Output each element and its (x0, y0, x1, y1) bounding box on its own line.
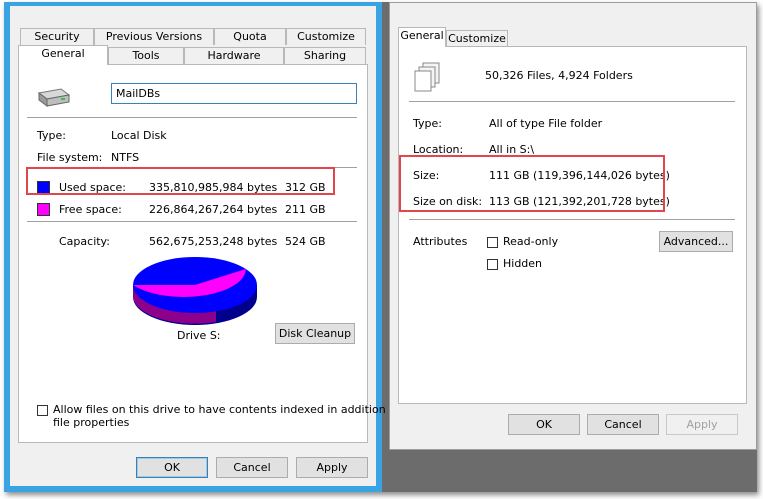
type-label: Type: (37, 129, 66, 142)
drive-properties-dialog: Security Previous Versions Quota Customi… (4, 2, 400, 492)
file-system-value: NTFS (111, 151, 140, 164)
used-space-highlight (26, 167, 335, 195)
attributes-label: Attributes (413, 235, 468, 248)
disk-usage-pie-chart (133, 257, 257, 325)
ok-button[interactable]: OK (136, 457, 208, 478)
drive-name-input[interactable]: MailDBs (111, 83, 357, 104)
hidden-label: Hidden (503, 257, 543, 270)
free-space-gb: 211 GB (285, 203, 326, 216)
free-space-label: Free space: (59, 203, 122, 216)
hard-drive-icon (37, 88, 71, 107)
cancel-button[interactable]: Cancel (587, 414, 659, 435)
general-panel: 50,326 Files, 4,924 Folders Type: All of… (398, 46, 747, 404)
size-highlight (399, 155, 665, 212)
general-panel: MailDBs Type: Local Disk File system: NT… (18, 64, 400, 443)
capacity-gb: 524 GB (285, 235, 326, 248)
folder-properties-body: General Customize 50,326 Files, 4,924 Fo… (390, 3, 756, 449)
selection-summary: 50,326 Files, 4,924 Folders (485, 69, 633, 82)
tab-tools[interactable]: Tools (108, 47, 184, 64)
type-label: Type: (413, 117, 442, 130)
free-space-bytes: 226,864,267,264 bytes (149, 203, 278, 216)
divider (409, 101, 735, 102)
capacity-bytes: 562,675,253,248 bytes (149, 235, 278, 248)
apply-button[interactable]: Apply (666, 414, 738, 435)
tab-general[interactable]: General (398, 27, 446, 47)
drive-properties-body: Security Previous Versions Quota Customi… (10, 6, 400, 486)
advanced-button[interactable]: Advanced... (659, 231, 733, 252)
divider (409, 219, 735, 220)
file-system-label: File system: (37, 151, 103, 164)
ok-button[interactable]: OK (508, 414, 580, 435)
folder-properties-dialog: General Customize 50,326 Files, 4,924 Fo… (389, 2, 757, 450)
divider (27, 117, 357, 118)
apply-button[interactable]: Apply (296, 457, 368, 478)
multiple-files-icon (414, 62, 440, 92)
divider (27, 221, 357, 222)
tab-security[interactable]: Security (20, 28, 94, 45)
free-space-swatch (37, 203, 50, 216)
type-value: Local Disk (111, 129, 167, 142)
tab-quota[interactable]: Quota (214, 28, 286, 45)
read-only-checkbox[interactable] (487, 237, 498, 248)
read-only-label: Read-only (503, 235, 559, 248)
disk-cleanup-button[interactable]: Disk Cleanup (275, 323, 355, 344)
drive-caption: Drive S: (177, 329, 221, 342)
index-contents-label: Allow files on this drive to have conten… (53, 403, 400, 429)
type-value: All of type File folder (489, 117, 603, 130)
tab-sharing[interactable]: Sharing (284, 47, 366, 64)
hidden-checkbox[interactable] (487, 259, 498, 270)
capacity-label: Capacity: (59, 235, 110, 248)
tab-hardware[interactable]: Hardware (184, 47, 284, 64)
index-contents-line1: Allow files on this drive to have conten… (53, 403, 401, 416)
tab-previous-versions[interactable]: Previous Versions (94, 28, 214, 45)
index-contents-line2: file properties (53, 416, 130, 429)
tab-customize[interactable]: Customize (446, 30, 508, 47)
cancel-button[interactable]: Cancel (216, 457, 288, 478)
tab-general[interactable]: General (18, 45, 108, 65)
tab-customize[interactable]: Customize (286, 28, 366, 45)
index-contents-checkbox[interactable] (37, 405, 48, 416)
